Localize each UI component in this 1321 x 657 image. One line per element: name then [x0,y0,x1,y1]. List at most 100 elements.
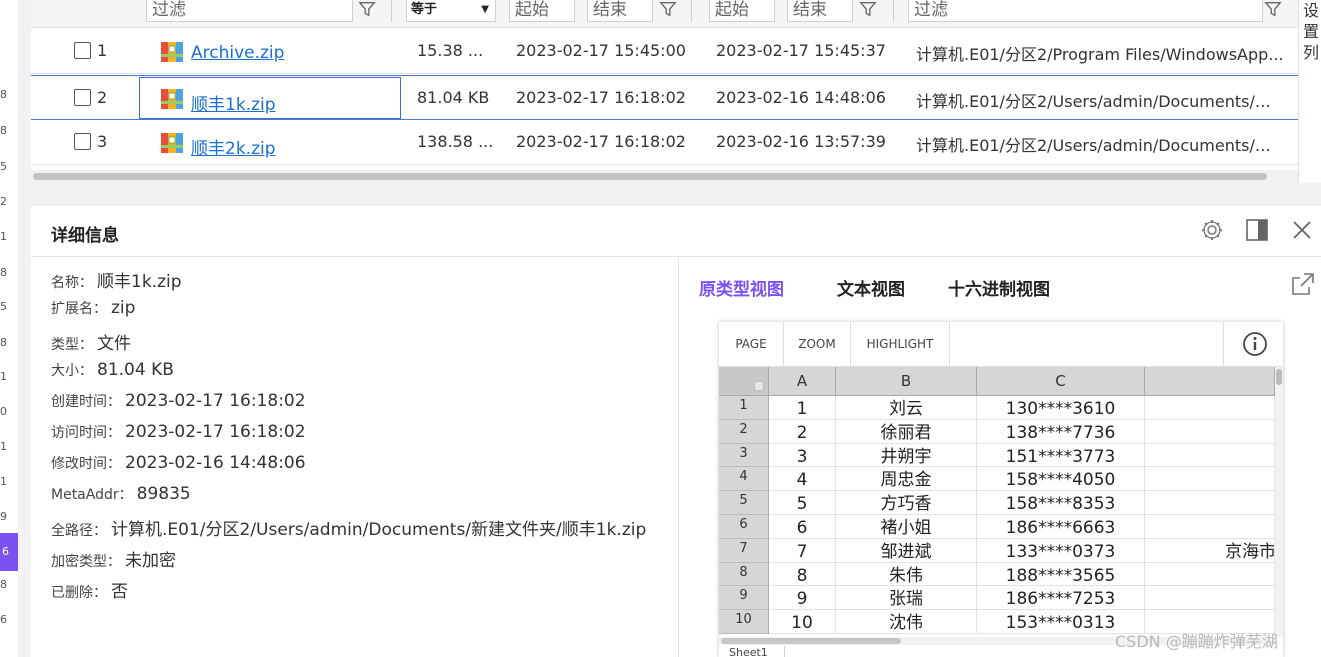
sheet-cell[interactable] [1145,443,1275,468]
tab-native-view[interactable]: 原类型视图 [699,275,784,300]
property-key: 创建时间： [51,394,121,410]
sheet-cell[interactable]: 130****3610 [977,396,1145,420]
path-filter-input[interactable]: 过滤 [908,0,1263,22]
column-header[interactable] [1145,367,1275,396]
file-path: 计算机.E01/分区2/Users/admin/Documents/新... [916,91,1286,111]
sheet-cell[interactable]: 褚小姐 [836,515,977,539]
sheet-cell[interactable]: 8 [769,562,836,587]
sheet-cell[interactable]: 188****3565 [977,562,1145,587]
sheet-cell[interactable] [1145,586,1275,611]
file-name-link[interactable]: 顺丰1k.zip [191,90,276,115]
row-header[interactable]: 2 [719,419,769,444]
table-horizontal-scrollbar[interactable] [31,170,1298,182]
row-checkbox[interactable] [74,133,91,150]
sheet-cell[interactable]: 6 [769,515,836,539]
external-link-icon[interactable] [1290,271,1316,297]
size-operator-select[interactable]: 等于 ▼ [406,0,496,22]
column-header[interactable]: B [836,367,977,396]
sheet-cell[interactable]: 3 [769,443,836,468]
info-button[interactable] [1223,322,1283,367]
sheet-cell[interactable]: 井朔宇 [836,443,977,468]
sheet-cell[interactable]: 133****0373 [977,538,1145,563]
sheet-cell[interactable]: 158****8353 [977,491,1145,515]
row-checkbox[interactable] [74,88,91,106]
row-header[interactable]: 1 [719,396,769,420]
column-settings-char: 置 [1303,22,1320,41]
name-filter-funnel-icon[interactable] [358,0,378,22]
tab-hex-view[interactable]: 十六进制视图 [948,275,1050,300]
detail-splitter[interactable] [678,257,679,657]
property-row: 全路径： 计算机.E01/分区2/Users/admin/Documents/新建… [51,515,646,540]
path-filter-funnel-icon[interactable] [1264,0,1284,22]
sheet-cell[interactable]: 沈伟 [836,610,977,634]
sheet-cell[interactable]: 10 [769,610,836,634]
created-filter-funnel-icon[interactable] [659,0,679,22]
close-icon[interactable] [1289,217,1315,243]
sheet-cell[interactable]: 186****6663 [977,515,1145,539]
row-header[interactable]: 7 [719,538,769,563]
select-all-corner[interactable] [719,367,769,396]
file-name-link[interactable]: 顺丰2k.zip [191,134,276,159]
table-row[interactable]: 3 顺丰2k.zip 138.58 ... 2023-02-17 16:18:02 20… [31,120,1298,165]
sheet-cell[interactable]: 9 [769,586,836,611]
sheet-cell[interactable] [1145,562,1275,587]
modified-start-input[interactable]: 起始 [709,0,775,22]
row-header[interactable]: 3 [719,443,769,468]
sheet-cell[interactable]: 朱伟 [836,562,977,587]
zip-archive-icon [161,133,183,153]
gutter-number: 6 [0,533,18,571]
property-row: 加密类型： 未加密 [51,546,176,571]
row-checkbox[interactable] [74,42,91,59]
sheet-cell[interactable] [1145,419,1275,444]
name-filter-input[interactable]: 过滤 [146,0,353,22]
sheet-vertical-scrollbar[interactable] [1275,367,1283,637]
row-header[interactable]: 6 [719,515,769,539]
table-horizontal-scroll-thumb[interactable] [33,173,1267,180]
sheet-cell[interactable]: 2 [769,419,836,444]
row-header[interactable]: 9 [719,586,769,611]
sheet-cell[interactable]: 周忠金 [836,467,977,492]
page-button[interactable]: PAGE [719,322,784,367]
row-header[interactable]: 5 [719,491,769,515]
file-path: 计算机.E01/分区2/Users/admin/Documents/新... [916,136,1286,155]
created-end-input[interactable]: 结束 [587,0,653,22]
column-header[interactable]: C [977,367,1145,396]
sheet-cell[interactable] [1145,467,1275,492]
sheet-cell[interactable]: 7 [769,538,836,563]
sheet-cell[interactable]: 138****7736 [977,419,1145,444]
modified-end-input[interactable]: 结束 [787,0,853,22]
modified-filter-funnel-icon[interactable] [859,0,879,22]
highlight-button[interactable]: HIGHLIGHT [851,322,950,367]
table-row[interactable]: 1 Archive.zip 15.38 ... 2023-02-17 15:45:00… [31,29,1298,74]
sheet-cell[interactable]: 5 [769,491,836,515]
sheet-cell[interactable]: 京海市 [1145,538,1275,563]
table-row[interactable]: 2 顺丰1k.zip 81.04 KB 2023-02-17 16:18:02 2023… [31,74,1298,120]
sheet-cell[interactable]: 刘云 [836,396,977,420]
row-header[interactable]: 10 [719,610,769,634]
sheet-cell[interactable]: 186****7253 [977,586,1145,611]
sheet-cell[interactable]: 徐丽君 [836,419,977,444]
sheet-cell[interactable]: 4 [769,467,836,492]
sheet-cell[interactable]: 邹进斌 [836,538,977,563]
sheet-cell[interactable]: 方巧香 [836,491,977,515]
zoom-button[interactable]: ZOOM [784,322,851,367]
sheet-cell[interactable]: 张瑞 [836,586,977,611]
sheet-cell[interactable]: 151****3773 [977,443,1145,468]
gutter-number: 6 [0,613,7,626]
file-name-link[interactable]: Archive.zip [191,43,284,63]
tab-text-view[interactable]: 文本视图 [837,275,905,300]
row-header[interactable]: 8 [719,562,769,587]
sheet-tab[interactable]: Sheet1 [719,646,785,657]
sheet-cell[interactable]: 158****4050 [977,467,1145,492]
sheet-cell[interactable] [1145,491,1275,515]
split-panel-icon[interactable] [1244,217,1270,243]
row-header[interactable]: 4 [719,467,769,492]
created-start-input[interactable]: 起始 [509,0,575,22]
gutter-number: 8 [0,124,7,137]
sheet-cell[interactable]: 1 [769,396,836,420]
column-settings-button[interactable]: 设 置 列 [1298,0,1321,182]
gear-icon[interactable] [1199,217,1225,243]
sheet-cell[interactable] [1145,396,1275,420]
column-header[interactable]: A [769,367,836,396]
sheet-cell[interactable] [1145,515,1275,539]
